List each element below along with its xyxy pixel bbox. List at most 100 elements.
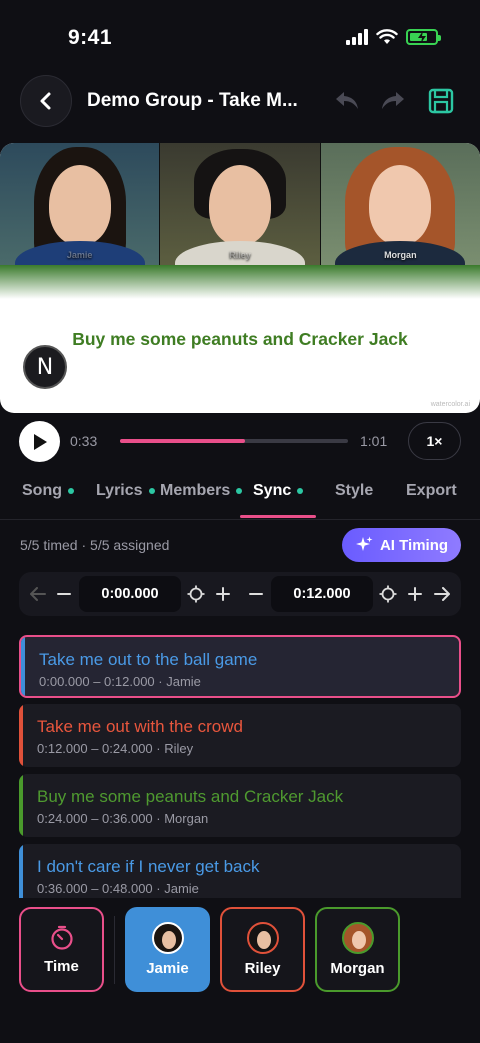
segment-meta: 0:12.000 – 0:24.000 · Riley (37, 741, 194, 756)
undo-button[interactable] (332, 86, 362, 116)
sync-status: 5/5 timed · 5/5 assigned (20, 537, 170, 553)
battery-icon (406, 29, 441, 45)
tab-sync[interactable]: Sync (253, 482, 304, 500)
tab-export[interactable]: Export (406, 482, 457, 500)
end-minus-button[interactable] (245, 583, 267, 605)
speed-button[interactable]: 1× (408, 422, 461, 460)
editor-tabs: Song Lyrics Members Sync Style Export (0, 470, 480, 520)
tab-label: Lyrics (96, 482, 143, 499)
watermark: watercolor.ai (430, 401, 470, 408)
tab-label: Export (406, 482, 457, 499)
status-icons (346, 29, 441, 45)
tab-label: Style (335, 482, 374, 499)
total-time: 1:01 (360, 433, 388, 449)
tab-lyrics[interactable]: Lyrics (96, 482, 155, 500)
back-button[interactable] (20, 75, 72, 127)
avatar (151, 922, 184, 954)
member-tiles: Jamie Riley Morgan (0, 143, 480, 265)
current-lyric: Buy me some peanuts and Cracker Jack (72, 329, 408, 349)
play-button[interactable] (19, 421, 60, 462)
status-dot (236, 488, 243, 494)
status-bar: 9:41 (0, 0, 480, 70)
member-name: Riley (244, 960, 281, 977)
minus-icon (249, 593, 263, 595)
status-dot (297, 488, 304, 494)
member-chip-morgan[interactable]: Morgan (315, 907, 400, 992)
status-time: 9:41 (68, 26, 113, 49)
arrow-left-icon (30, 587, 46, 601)
time-mode-label: Time (44, 958, 79, 975)
save-icon (428, 88, 454, 114)
ai-timing-label: AI Timing (379, 536, 449, 554)
ai-timing-button[interactable]: AI Timing (342, 528, 461, 562)
segment-meta: 0:00.000 – 0:12.000 · Jamie (39, 674, 201, 689)
redo-icon (382, 92, 404, 109)
segment-lyric: Buy me some peanuts and Cracker Jack (37, 787, 344, 806)
avatar (341, 922, 374, 954)
member-chip-jamie[interactable]: Jamie (125, 907, 210, 992)
status-dot (148, 488, 155, 494)
save-button[interactable] (426, 86, 456, 116)
crosshair-icon (379, 585, 397, 603)
minus-icon (57, 593, 71, 595)
lyric-segment[interactable]: Take me out to the ball game 0:00.000 – … (19, 635, 461, 698)
wifi-icon (376, 29, 398, 44)
tab-label: Song (22, 482, 62, 499)
header: Demo Group - Take M... (0, 72, 480, 130)
member-chip-riley[interactable]: Riley (220, 907, 305, 992)
member-name: Jamie (146, 960, 189, 977)
avatar (246, 922, 279, 954)
tab-style[interactable]: Style (335, 482, 373, 500)
segment-lyric: Take me out to the ball game (39, 650, 258, 669)
progress-fill (120, 439, 246, 443)
active-tab-indicator (240, 515, 316, 518)
start-minus-button[interactable] (53, 583, 75, 605)
tile-name: Riley (229, 250, 251, 260)
prev-segment-button[interactable] (27, 583, 49, 605)
sparkle-icon (355, 536, 373, 551)
undo-icon (336, 92, 358, 109)
current-time: 0:33 (70, 433, 98, 449)
status-dot (68, 488, 74, 494)
tile-name: Jamie (66, 250, 93, 260)
member-tile-morgan: Morgan (319, 143, 480, 265)
page-title: Demo Group - Take M... (87, 90, 298, 111)
stopwatch-icon (50, 925, 73, 950)
time-mode-button[interactable]: Time (19, 907, 104, 992)
end-set-button[interactable] (377, 583, 399, 605)
arrow-right-icon (434, 587, 450, 601)
signal-icon (346, 29, 368, 45)
chevron-left-icon (40, 92, 51, 110)
plus-icon (408, 587, 422, 601)
segment-lyric: Take me out with the crowd (37, 717, 243, 736)
play-icon (33, 433, 47, 450)
segment-lyric: I don't care if I never get back (37, 857, 260, 876)
tab-members[interactable]: Members (160, 482, 243, 500)
tile-name: Morgan (384, 250, 417, 260)
member-assign-bar: Time Jamie Riley Morgan (0, 898, 480, 1043)
segment-meta: 0:24.000 – 0:36.000 · Morgan (37, 811, 209, 826)
plus-icon (216, 587, 230, 601)
start-plus-button[interactable] (212, 583, 234, 605)
end-time-field[interactable]: 0:12.000 (271, 576, 373, 612)
progress-slider[interactable] (120, 439, 348, 443)
lyric-segment[interactable]: Buy me some peanuts and Cracker Jack 0:2… (19, 774, 461, 837)
member-name: Morgan (330, 960, 385, 977)
tab-label: Sync (253, 482, 292, 499)
tab-label: Members (160, 482, 231, 499)
video-preview[interactable]: Jamie Riley Morgan Buy me some peanuts a… (0, 143, 480, 413)
n-badge[interactable]: N (23, 345, 67, 389)
start-set-button[interactable] (185, 583, 207, 605)
tab-song[interactable]: Song (22, 482, 74, 500)
redo-button[interactable] (378, 86, 408, 116)
time-adjust-bar: 0:00.000 0:12.000 (19, 572, 461, 616)
crosshair-icon (187, 585, 205, 603)
end-plus-button[interactable] (404, 583, 426, 605)
segment-meta: 0:36.000 – 0:48.000 · Jamie (37, 881, 199, 896)
playback-controls: 0:33 1:01 1× (0, 420, 480, 464)
member-tile-jamie: Jamie (0, 143, 160, 265)
next-segment-button[interactable] (431, 583, 453, 605)
member-tile-riley: Riley (159, 143, 320, 265)
start-time-field[interactable]: 0:00.000 (79, 576, 181, 612)
lyric-segment[interactable]: Take me out with the crowd 0:12.000 – 0:… (19, 704, 461, 767)
